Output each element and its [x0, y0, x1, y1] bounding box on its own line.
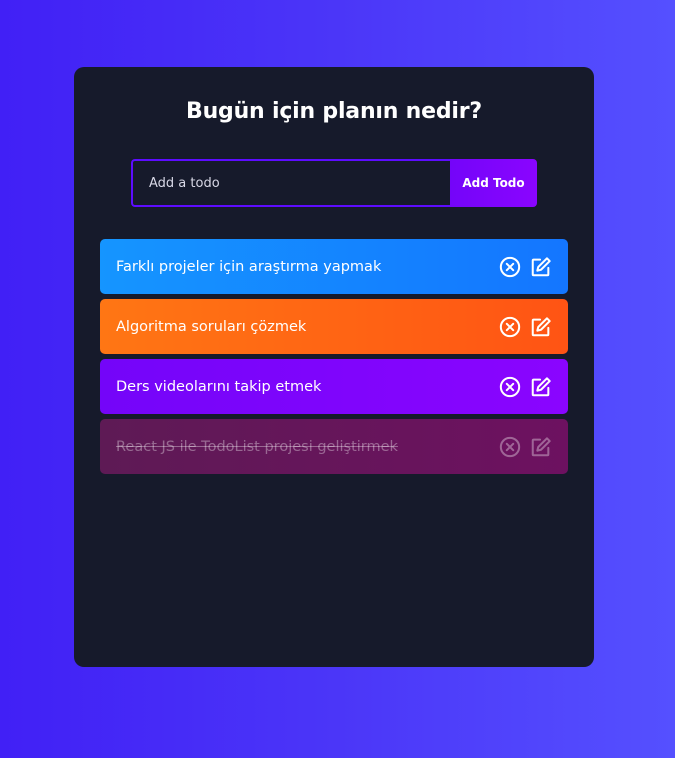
edit-icon[interactable] — [530, 256, 552, 278]
todo-item-text[interactable]: Farklı projeler için araştırma yapmak — [116, 259, 381, 275]
close-circle-icon[interactable] — [499, 316, 521, 338]
todo-actions — [499, 316, 552, 338]
close-circle-icon[interactable] — [499, 376, 521, 398]
todo-item-completed[interactable]: React JS ile TodoList projesi geliştirme… — [100, 419, 568, 474]
todo-actions — [499, 376, 552, 398]
todo-item-text[interactable]: Ders videolarını takip etmek — [116, 379, 321, 395]
todo-actions — [499, 436, 552, 458]
todo-input[interactable] — [131, 159, 450, 207]
close-circle-icon[interactable] — [499, 256, 521, 278]
todo-item[interactable]: Ders videolarını takip etmek — [100, 359, 568, 414]
todo-list: Farklı projeler için araştırma yapmak Al… — [100, 239, 568, 479]
edit-icon[interactable] — [530, 316, 552, 338]
todo-item[interactable]: Algoritma soruları çözmek — [100, 299, 568, 354]
add-todo-button[interactable]: Add Todo — [450, 159, 537, 207]
todo-item-text[interactable]: Algoritma soruları çözmek — [116, 319, 306, 335]
edit-icon[interactable] — [530, 436, 552, 458]
todo-actions — [499, 256, 552, 278]
todo-form: Add Todo — [131, 159, 537, 207]
todo-app: Bugün için planın nedir? Add Todo Farklı… — [74, 67, 594, 667]
page-title: Bugün için planın nedir? — [186, 99, 482, 124]
todo-item[interactable]: Farklı projeler için araştırma yapmak — [100, 239, 568, 294]
edit-icon[interactable] — [530, 376, 552, 398]
close-circle-icon[interactable] — [499, 436, 521, 458]
todo-item-text[interactable]: React JS ile TodoList projesi geliştirme… — [116, 439, 398, 455]
